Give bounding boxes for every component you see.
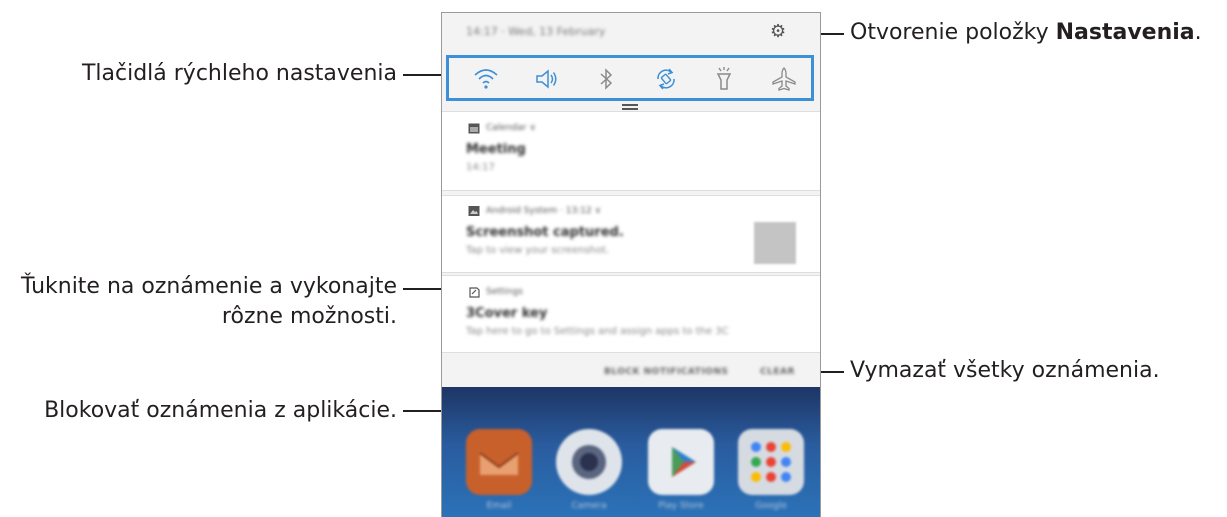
wifi-icon[interactable]: [473, 66, 499, 92]
callout-clear-all: Vymazať všetky oznámenia.: [850, 358, 1160, 383]
auto-rotate-icon[interactable]: [653, 66, 679, 92]
callout-open-settings-bold: Nastavenia: [1055, 20, 1195, 45]
callout-open-settings-suffix: .: [1194, 20, 1202, 45]
app-label: Camera: [571, 501, 607, 511]
google-folder-icon[interactable]: [738, 429, 804, 495]
home-screen: Email Camera Play Store Google: [442, 387, 820, 517]
callout-tap-notification: Ťuknite na oznámenie a vykonajte rôzne m…: [21, 272, 397, 332]
callout-tap-notification-line1: Ťuknite na oznámenie a vykonajte: [20, 274, 397, 299]
notification-card[interactable]: Android System · 13:12 ∨ Screenshot capt…: [442, 195, 820, 273]
email-icon[interactable]: [466, 429, 532, 495]
notification-app-name: Android System · 13:12 ∨: [486, 206, 602, 216]
callout-open-settings-text: Otvorenie položky: [850, 20, 1056, 45]
callout-quick-settings: Tlačidlá rýchleho nastavenia: [81, 61, 397, 86]
screenshot-thumbnail: [754, 222, 796, 264]
status-row: 14:17 · Wed, 13 February ⚙: [442, 13, 820, 55]
app-label: Google: [755, 501, 787, 511]
app-label: Play Store: [658, 501, 704, 511]
airplane-mode-icon[interactable]: [771, 66, 797, 92]
image-icon: [468, 206, 480, 216]
notification-subtitle: Tap here to go to Settings and assign ap…: [466, 326, 729, 337]
notification-title: Screenshot captured.: [466, 225, 624, 240]
sound-icon[interactable]: [533, 66, 559, 92]
drag-handle[interactable]: [622, 104, 638, 110]
play-store-icon[interactable]: [648, 429, 714, 495]
notification-app-name: Calendar ∨: [486, 123, 536, 133]
notification-card[interactable]: Calendar ∨ Meeting 14:17: [442, 111, 820, 191]
bluetooth-icon[interactable]: [593, 66, 619, 92]
status-text: 14:17 · Wed, 13 February: [466, 25, 606, 38]
notification-title: Meeting: [466, 142, 526, 157]
calendar-icon: [468, 123, 480, 134]
app-label: Email: [486, 501, 512, 511]
notification-title: 3Cover key: [466, 306, 548, 321]
quick-settings-panel: [446, 55, 814, 101]
block-notifications-button[interactable]: BLOCK NOTIFICATIONS: [604, 367, 728, 377]
callout-tap-notification-line2: rôzne možnosti.: [221, 304, 397, 329]
callout-block-notifications: Blokovať oznámenia z aplikácie.: [44, 398, 397, 423]
callout-open-settings: Otvorenie položky Nastavenia.: [850, 18, 1202, 48]
settings-note-icon: [469, 287, 480, 298]
clear-button[interactable]: CLEAR: [760, 367, 795, 377]
notification-app-name: Settings: [486, 287, 523, 297]
leader-quick-settings: [403, 74, 441, 76]
notification-subtitle: Tap to view your screenshot.: [466, 245, 610, 256]
camera-icon[interactable]: [556, 429, 622, 495]
flashlight-icon[interactable]: [711, 66, 737, 92]
phone-screen: 14:17 · Wed, 13 February ⚙ Calendar ∨ Me…: [441, 12, 821, 517]
notification-subtitle: 14:17: [466, 162, 495, 173]
gear-icon[interactable]: ⚙: [770, 23, 788, 41]
notification-card[interactable]: Settings 3Cover key Tap here to go to Se…: [442, 275, 820, 353]
